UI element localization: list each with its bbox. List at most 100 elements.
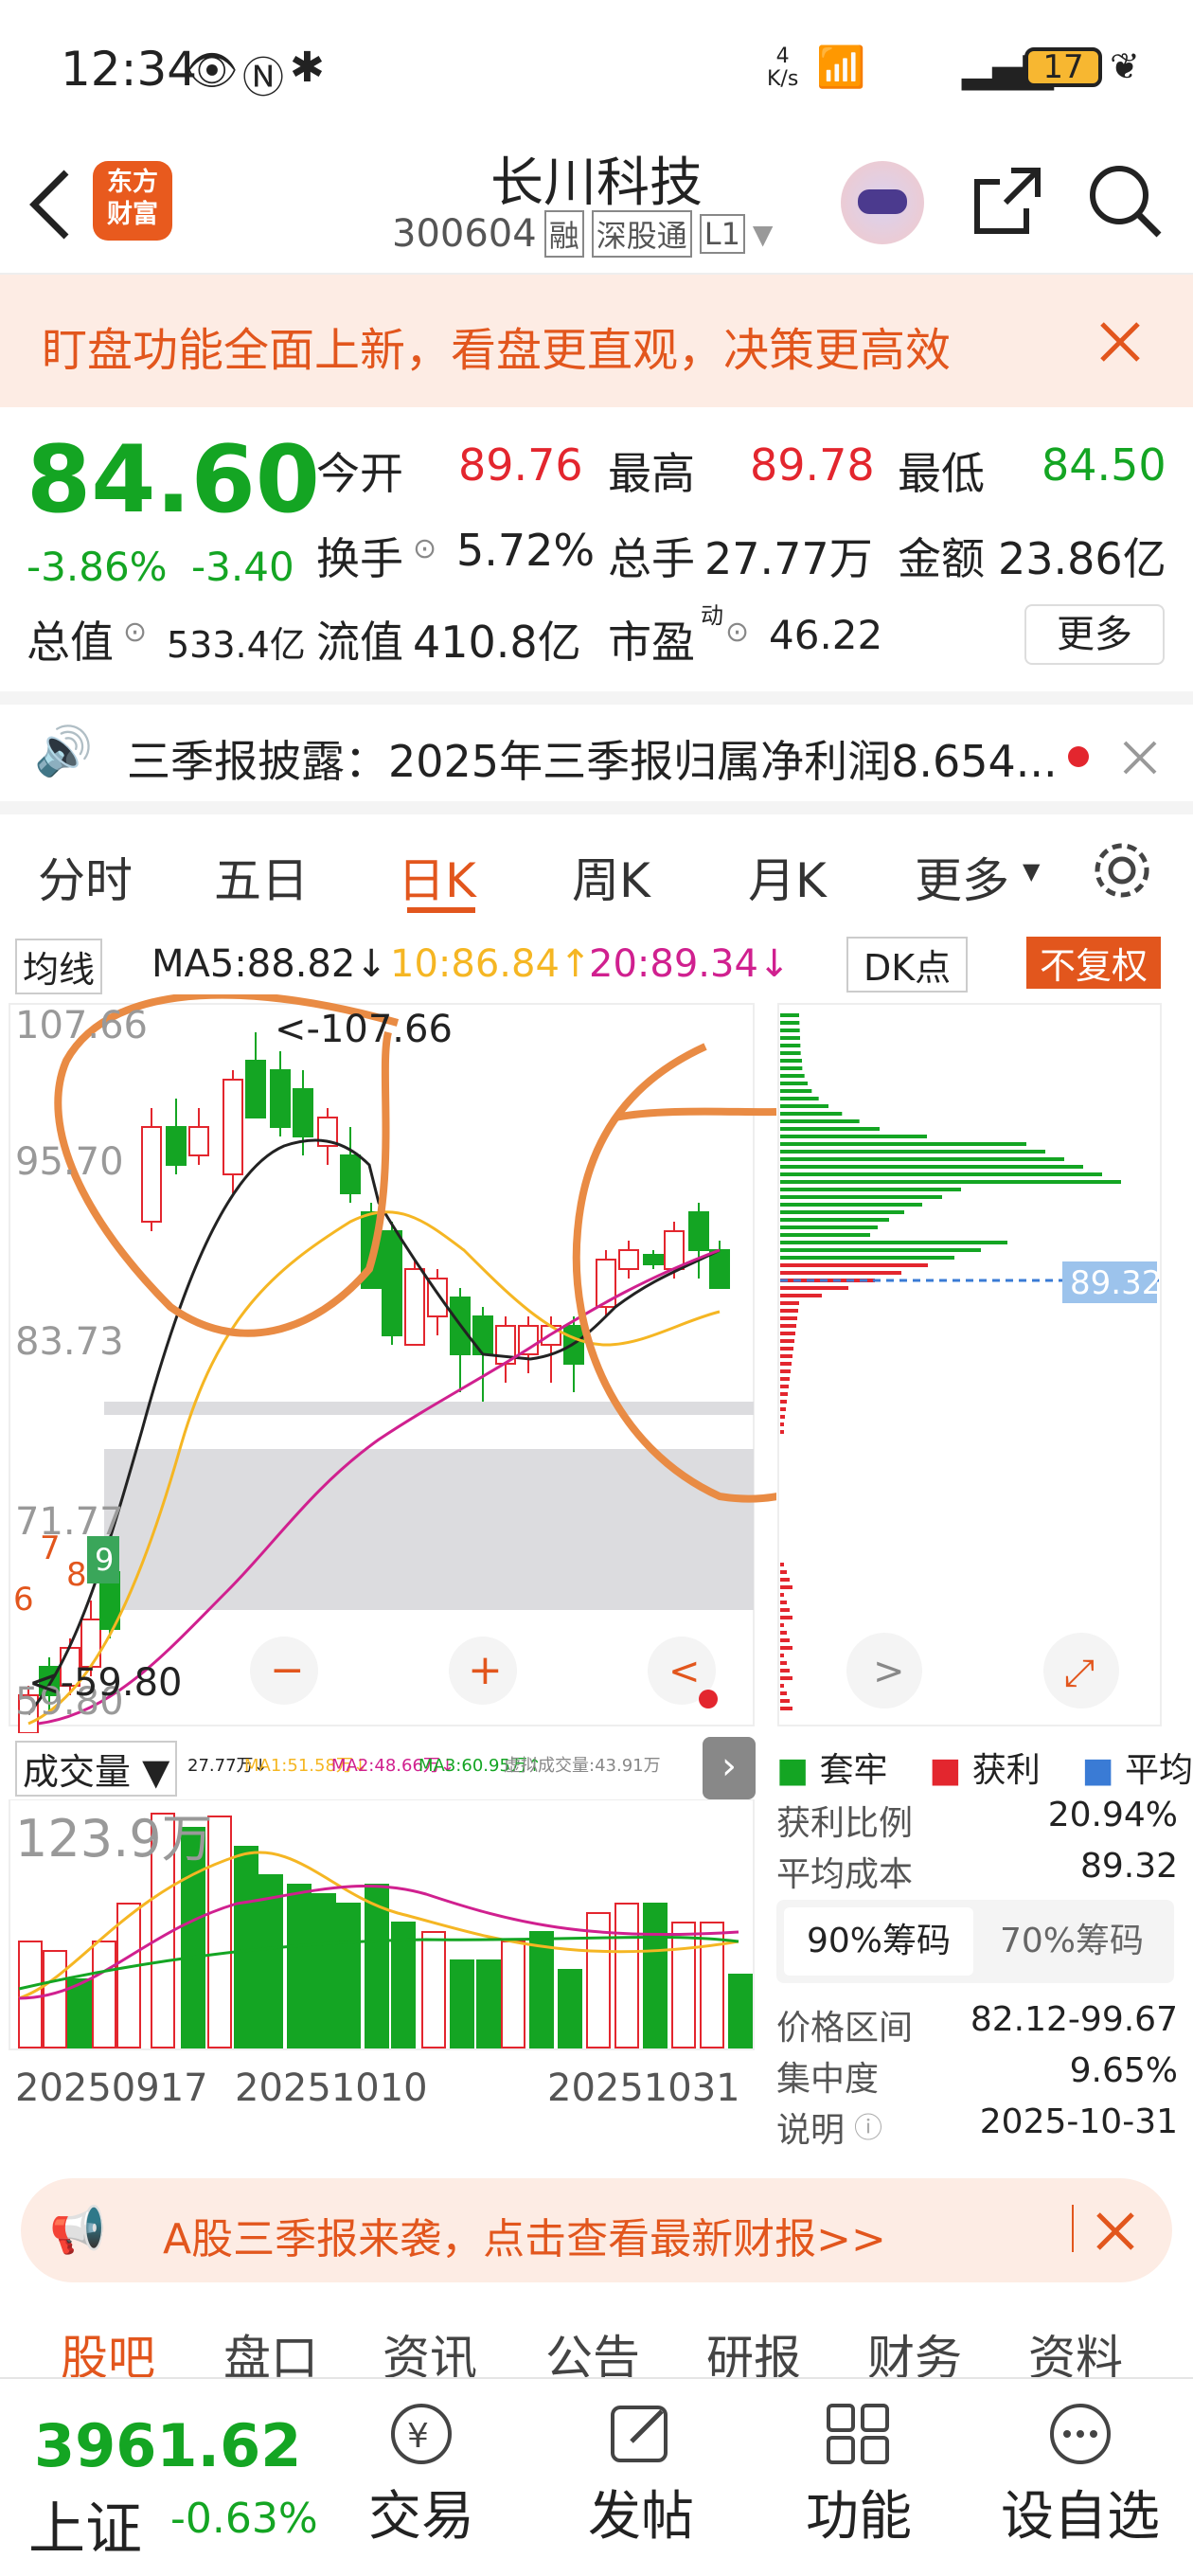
- change-percent: -3.86%: [27, 544, 168, 590]
- avg-cost-tag-text: 89.32: [1070, 1264, 1162, 1302]
- red-dot: [699, 1690, 718, 1708]
- tab-daily-k[interactable]: 日K: [398, 843, 476, 911]
- volume-selector[interactable]: 成交量 ▼: [15, 1741, 178, 1797]
- tab-more[interactable]: 更多: [915, 843, 1009, 911]
- earnings-ad-banner[interactable]: 📢 A股三季报来袭，点击查看最新财报>>: [21, 2178, 1172, 2282]
- volume-bar: [336, 1903, 361, 2048]
- svg-text:¥: ¥: [407, 2417, 429, 2456]
- volume-bar: [421, 1931, 446, 2048]
- share-icon[interactable]: [970, 163, 1045, 239]
- legend-profit: ■ 获利: [929, 1751, 1041, 1790]
- kline-chart[interactable]: 107.66 95.70 83.73 71.77 59.80 <-107.66 …: [0, 994, 776, 1733]
- promo-banner[interactable]: 盯盘功能全面上新，看盘更直观，决策更高效: [0, 275, 1193, 407]
- notice-text: 三季报披露：2025年三季报归属净利润8.654...: [127, 736, 1058, 787]
- volume-bar: [43, 1950, 67, 2048]
- chip-bar: [780, 1400, 787, 1404]
- tab-intraday[interactable]: 分时: [38, 843, 133, 911]
- candle-body: [404, 1268, 425, 1346]
- tab-monthly-k[interactable]: 月K: [748, 843, 827, 911]
- concentration-label: 集中度: [776, 2060, 880, 2099]
- info-icon[interactable]: ⊙: [413, 532, 436, 565]
- search-icon[interactable]: [1085, 161, 1165, 241]
- candle-body: [141, 1126, 162, 1223]
- info-icon[interactable]: ⊙: [123, 616, 147, 649]
- candle-body: [643, 1254, 664, 1265]
- gear-icon[interactable]: [1089, 837, 1155, 903]
- nav-post[interactable]: 发帖: [579, 2398, 703, 2550]
- chip-bar: [780, 1593, 784, 1597]
- chip-bar: [780, 1691, 787, 1695]
- candle-body: [166, 1126, 187, 1166]
- panel-toggle-button[interactable]: ›: [703, 1737, 756, 1799]
- legend-average-label: 平均: [1124, 1751, 1193, 1790]
- eye-icon: 👁: [186, 46, 239, 95]
- notice-bar[interactable]: 🔊 三季报披露：2025年三季报归属净利润8.654...: [0, 691, 1193, 814]
- candle-body: [245, 1060, 266, 1118]
- tab-weekly-k[interactable]: 周K: [572, 843, 650, 911]
- nav-trade[interactable]: ¥ 交易: [360, 2398, 483, 2550]
- stock-code-row[interactable]: 300604 融 深股通 L1 ▼: [392, 210, 773, 258]
- adjust-button[interactable]: 不复权: [1026, 937, 1162, 989]
- signal-8: 8: [66, 1556, 87, 1594]
- chip-distribution-chart[interactable]: 89.32 > ⤢: [776, 994, 1193, 1733]
- chip-bar: [780, 1638, 790, 1642]
- chip-bar: [780, 1286, 848, 1290]
- robot-avatar[interactable]: [841, 161, 924, 244]
- tab-70-chips[interactable]: 70%筹码: [977, 1907, 1166, 1976]
- axis-label-3: 83.73: [15, 1320, 124, 1364]
- pe-dynamic-label: 动: [701, 602, 723, 629]
- chip-bar: [780, 1097, 819, 1100]
- chip-bar: [780, 1263, 928, 1267]
- nav-functions[interactable]: 功能: [797, 2398, 920, 2550]
- index-value[interactable]: 3961.62: [34, 2411, 301, 2480]
- dk-point-button[interactable]: DK点: [846, 937, 969, 993]
- chip-bar: [780, 1195, 942, 1199]
- chip-bar: [780, 1188, 961, 1191]
- volume-bar: [643, 1903, 668, 2048]
- close-icon[interactable]: [1095, 2210, 1136, 2252]
- chip-bar: [780, 1203, 922, 1207]
- float-label: 流值: [316, 617, 403, 668]
- volume-bar: [529, 1931, 554, 2048]
- date-label-mid: 20251010: [235, 2066, 428, 2110]
- divider: [1072, 2205, 1074, 2252]
- volume-bar: [450, 1959, 474, 2048]
- nav-watchlist[interactable]: 设自选: [990, 2398, 1170, 2550]
- close-icon[interactable]: [1098, 320, 1142, 364]
- tab-90-chips[interactable]: 90%筹码: [784, 1907, 973, 1976]
- avg-cost-value: 89.32: [1079, 1847, 1178, 1886]
- info-icon[interactable]: ⓘ: [854, 2104, 882, 2146]
- chip-bar: [780, 1218, 889, 1222]
- legend-trapped-label: 套牢: [819, 1751, 888, 1790]
- legend-trapped: ■ 套牢: [776, 1751, 888, 1790]
- chip-bar: [780, 1044, 801, 1047]
- chip-bar: [780, 1377, 790, 1381]
- volume-bar: [312, 1893, 336, 2048]
- chip-bar: [780, 1157, 1064, 1161]
- tab-five-day[interactable]: 五日: [214, 843, 309, 911]
- chip-bar: [780, 1271, 901, 1275]
- ma-selector[interactable]: 均线: [15, 939, 103, 994]
- tag-margin: 融: [543, 210, 584, 258]
- chip-bar: [780, 1021, 800, 1025]
- volume-max: 123.9万: [15, 1809, 213, 1869]
- volume-bar: [116, 1903, 141, 2048]
- chip-bar: [780, 1415, 785, 1419]
- unread-dot: [1068, 746, 1089, 767]
- note-label: 说明: [776, 2111, 846, 2150]
- candle-body: [472, 1315, 493, 1355]
- chip-bar: [780, 1601, 787, 1604]
- nav-post-label: 发帖: [588, 2486, 694, 2548]
- chip-bar: [780, 1172, 1102, 1176]
- chip-legend: ■ 套牢 ■ 获利 ■ 平均: [776, 1743, 1193, 1792]
- status-bar: 12:34 👁 Ⓝ ✱ 4 K/s 📶 ▂▄▆ 17 ❦: [0, 0, 1193, 133]
- close-icon[interactable]: [1121, 739, 1159, 777]
- chip-bar: [780, 1354, 792, 1358]
- info-icon[interactable]: ⊙: [725, 616, 749, 649]
- pe-value: 46.22: [769, 612, 883, 658]
- chip-bar: [780, 1150, 1045, 1154]
- index-name: 上证: [28, 2496, 142, 2563]
- more-button[interactable]: 更多: [1024, 604, 1165, 665]
- signal-7: 7: [40, 1530, 61, 1567]
- volume-bar: [92, 1941, 116, 2048]
